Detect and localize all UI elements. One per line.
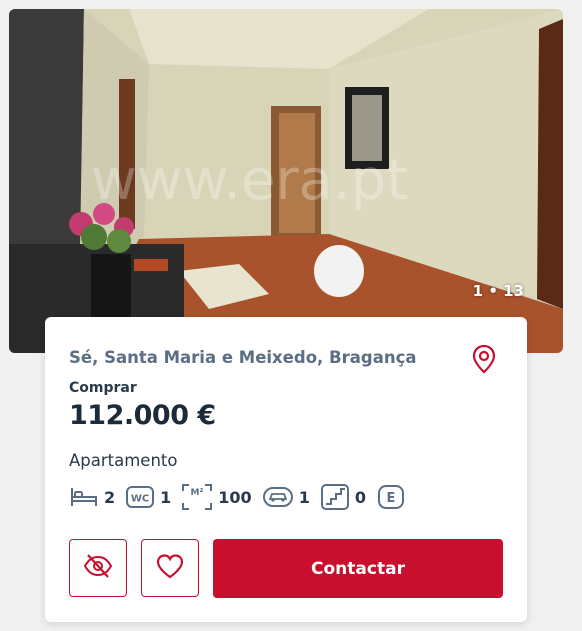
feature-energy: E — [376, 484, 406, 510]
stairs-icon — [320, 483, 350, 511]
features-row: 2 WC 1 M² 100 1 0 E — [69, 482, 416, 512]
feature-bedrooms: 2 — [69, 485, 115, 509]
eye-off-icon — [83, 553, 113, 583]
heart-icon — [155, 553, 185, 583]
listing-photo[interactable]: www.era.pt — [9, 9, 563, 353]
listing-price: 112.000 € — [69, 400, 216, 431]
photo-watermark: www.era.pt — [91, 148, 408, 213]
parking-count: 1 — [298, 487, 310, 507]
svg-text:M²: M² — [191, 488, 204, 498]
property-type: Apartamento — [69, 451, 178, 470]
floor-number: 0 — [354, 487, 366, 507]
favorite-button[interactable] — [141, 539, 199, 597]
m2-area-icon: M² — [181, 483, 213, 511]
energy-label-text: E — [387, 491, 396, 506]
feature-bathrooms: WC 1 — [125, 484, 171, 510]
photo-counter: 1 • 13 — [472, 282, 524, 300]
listing-location: Sé, Santa Maria e Meixedo, Bragança — [69, 348, 417, 367]
area-value: 100 — [218, 487, 252, 507]
contact-button[interactable]: Contactar — [213, 539, 503, 598]
map-pin-icon[interactable] — [471, 344, 497, 374]
bed-icon — [69, 485, 99, 509]
svg-text:WC: WC — [131, 494, 149, 505]
car-icon — [262, 484, 294, 510]
operation-type: Comprar — [69, 380, 137, 396]
hide-listing-button[interactable] — [69, 539, 127, 597]
energy-label-icon: E — [376, 484, 406, 510]
feature-floor: 0 — [320, 483, 366, 511]
bathrooms-count: 1 — [160, 487, 172, 507]
bedrooms-count: 2 — [104, 487, 116, 507]
feature-parking: 1 — [262, 484, 310, 510]
apartment-hallway-image: www.era.pt — [9, 9, 563, 353]
listing-card[interactable]: Sé, Santa Maria e Meixedo, Bragança Comp… — [45, 317, 527, 622]
feature-area: M² 100 — [181, 483, 252, 511]
wc-icon: WC — [125, 484, 155, 510]
